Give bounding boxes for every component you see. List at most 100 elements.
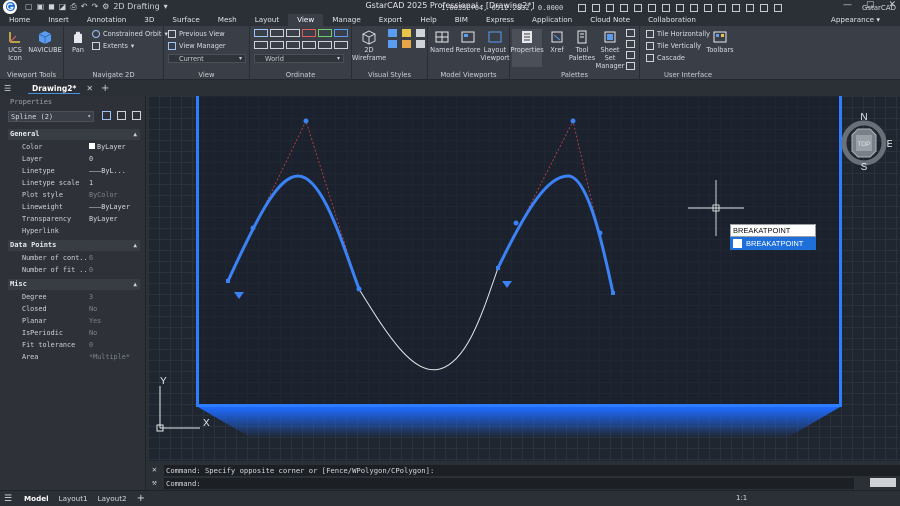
- property-row[interactable]: Layer 0: [8, 153, 140, 165]
- pan-button[interactable]: Pan: [67, 29, 89, 54]
- xref-button[interactable]: Xref: [546, 29, 568, 54]
- property-row[interactable]: Linetype ———ByL...: [8, 165, 140, 177]
- style-sketchy-icon[interactable]: [416, 40, 425, 48]
- restore-viewports-button[interactable]: Restore: [455, 29, 481, 54]
- tab-help[interactable]: Help: [411, 14, 445, 26]
- new-tab-icon[interactable]: +: [101, 83, 109, 94]
- ucs-previous-icon[interactable]: [270, 29, 284, 37]
- wrench-icon[interactable]: ⚒: [152, 478, 157, 487]
- otrack-toggle-icon[interactable]: [648, 4, 656, 12]
- spline-selected-right[interactable]: [496, 174, 615, 294]
- spline-selected-left[interactable]: [226, 174, 361, 290]
- sheet-set-manager-button[interactable]: Sheet Set Manager: [596, 29, 624, 70]
- transparency-toggle-icon[interactable]: [676, 4, 684, 12]
- tab-export[interactable]: Export: [370, 14, 412, 26]
- ucs-view-icon[interactable]: [254, 41, 268, 49]
- app-logo-icon[interactable]: [3, 0, 17, 14]
- markup-icon[interactable]: [626, 51, 635, 59]
- ucs-zaxis-icon[interactable]: [318, 41, 332, 49]
- isolate-objects-icon[interactable]: [760, 4, 768, 12]
- ucs-origin-icon[interactable]: [286, 29, 300, 37]
- ortho-toggle-icon[interactable]: [606, 4, 614, 12]
- save-as-icon[interactable]: ◪: [59, 2, 67, 11]
- style-hidden-icon[interactable]: [388, 40, 397, 48]
- properties-button[interactable]: Properties: [510, 29, 544, 67]
- property-row[interactable]: IsPeriodic No: [8, 327, 140, 339]
- tab-view[interactable]: View: [288, 14, 324, 26]
- design-center-icon[interactable]: [626, 40, 635, 48]
- tab-application[interactable]: Application: [523, 14, 581, 26]
- tab-surface[interactable]: Surface: [163, 14, 208, 26]
- constrained-orbit-button[interactable]: Constrained Orbit ▾: [92, 30, 168, 38]
- selection-select[interactable]: Spline (2) ▾: [8, 111, 94, 122]
- menu-icon[interactable]: ☰: [4, 84, 14, 93]
- menu-icon[interactable]: ☰: [4, 494, 14, 504]
- property-row[interactable]: Transparency ByLayer: [8, 213, 140, 225]
- extents-button[interactable]: Extents ▾: [92, 42, 134, 50]
- dynamic-input-field[interactable]: BREAKATPOINT: [730, 224, 816, 237]
- property-row[interactable]: Color ByLayer: [8, 141, 140, 153]
- save-icon[interactable]: ◼: [48, 2, 55, 11]
- command-line-icon[interactable]: [626, 62, 635, 70]
- view-manager-button[interactable]: View Manager: [168, 42, 226, 50]
- tab-manage[interactable]: Manage: [323, 14, 370, 26]
- tab-insert[interactable]: Insert: [39, 14, 78, 26]
- quick-properties-icon[interactable]: [732, 4, 740, 12]
- lineweight-toggle-icon[interactable]: [662, 4, 670, 12]
- spline-curve[interactable]: [358, 267, 499, 371]
- property-row[interactable]: Plot style ByColor: [8, 189, 140, 201]
- property-row[interactable]: Number of fit ... 0: [8, 264, 140, 276]
- command-input[interactable]: Command:: [164, 478, 854, 489]
- grid-toggle-icon[interactable]: [578, 4, 586, 12]
- tab-layout2[interactable]: Layout2: [98, 494, 127, 503]
- ucs-z-icon[interactable]: [334, 29, 348, 37]
- tile-vertically-button[interactable]: Tile Vertically: [646, 42, 701, 50]
- ucs-object-icon[interactable]: [270, 41, 284, 49]
- appearance-menu[interactable]: Appearance ▾: [831, 15, 880, 24]
- style-shaded-icon[interactable]: [388, 29, 397, 37]
- 2d-wireframe-button[interactable]: 2D Wireframe: [352, 29, 386, 62]
- annotation-scale[interactable]: 1:1: [736, 494, 747, 502]
- property-row[interactable]: Linetype scale 1: [8, 177, 140, 189]
- compass-south-label[interactable]: S: [861, 162, 868, 172]
- property-row[interactable]: Hyperlink: [8, 225, 140, 237]
- section-misc[interactable]: Misc ▲: [8, 279, 140, 290]
- ucs-3point-icon[interactable]: [302, 41, 316, 49]
- tab-model[interactable]: Model: [24, 494, 49, 503]
- command-scrollbar[interactable]: [870, 478, 896, 487]
- cascade-button[interactable]: Cascade: [646, 54, 685, 62]
- property-row[interactable]: Closed No: [8, 303, 140, 315]
- ucs-world-icon[interactable]: [254, 29, 268, 37]
- compass-east-label[interactable]: E: [887, 139, 892, 150]
- layout-viewport-button[interactable]: Layout Viewport: [480, 29, 510, 62]
- redo-icon[interactable]: ↷: [91, 2, 98, 11]
- tool-palettes-button[interactable]: Tool Palettes: [569, 29, 595, 62]
- open-folder-icon[interactable]: ▣: [37, 2, 45, 11]
- workspace-icon[interactable]: [746, 4, 754, 12]
- select-objects-icon[interactable]: [117, 111, 126, 120]
- property-row[interactable]: Degree 3: [8, 291, 140, 303]
- tab-express[interactable]: Express: [477, 14, 523, 26]
- polar-toggle-icon[interactable]: [620, 4, 628, 12]
- ucs-y-icon[interactable]: [318, 29, 332, 37]
- minimize-icon[interactable]: —: [843, 0, 852, 10]
- grip-points[interactable]: [226, 118, 615, 296]
- property-row[interactable]: Fit tolerance 0: [8, 339, 140, 351]
- style-xray-icon[interactable]: [402, 40, 411, 48]
- style-realistic-icon[interactable]: [402, 29, 411, 37]
- clean-screen-icon[interactable]: [774, 4, 782, 12]
- selection-cycling-icon[interactable]: [690, 4, 698, 12]
- dynamic-input-icon[interactable]: [718, 4, 726, 12]
- current-view-select[interactable]: Current ▾: [168, 54, 246, 63]
- autocomplete-option[interactable]: BREAKATPOINT: [730, 237, 816, 250]
- named-viewports-button[interactable]: Named: [430, 29, 454, 54]
- previous-view-button[interactable]: Previous View: [168, 30, 225, 38]
- close-icon[interactable]: ✕: [152, 465, 157, 474]
- viewcube[interactable]: TOP N S E: [840, 108, 892, 172]
- annotation-visibility-icon[interactable]: [704, 4, 712, 12]
- tab-layout1[interactable]: Layout1: [59, 494, 88, 503]
- workspace-select[interactable]: 2D Drafting: [113, 2, 159, 11]
- section-data-points[interactable]: Data Points ▲: [8, 240, 140, 251]
- calculator-icon[interactable]: [626, 29, 635, 37]
- drawing-canvas[interactable]: Y X TOP N S E: [148, 96, 900, 461]
